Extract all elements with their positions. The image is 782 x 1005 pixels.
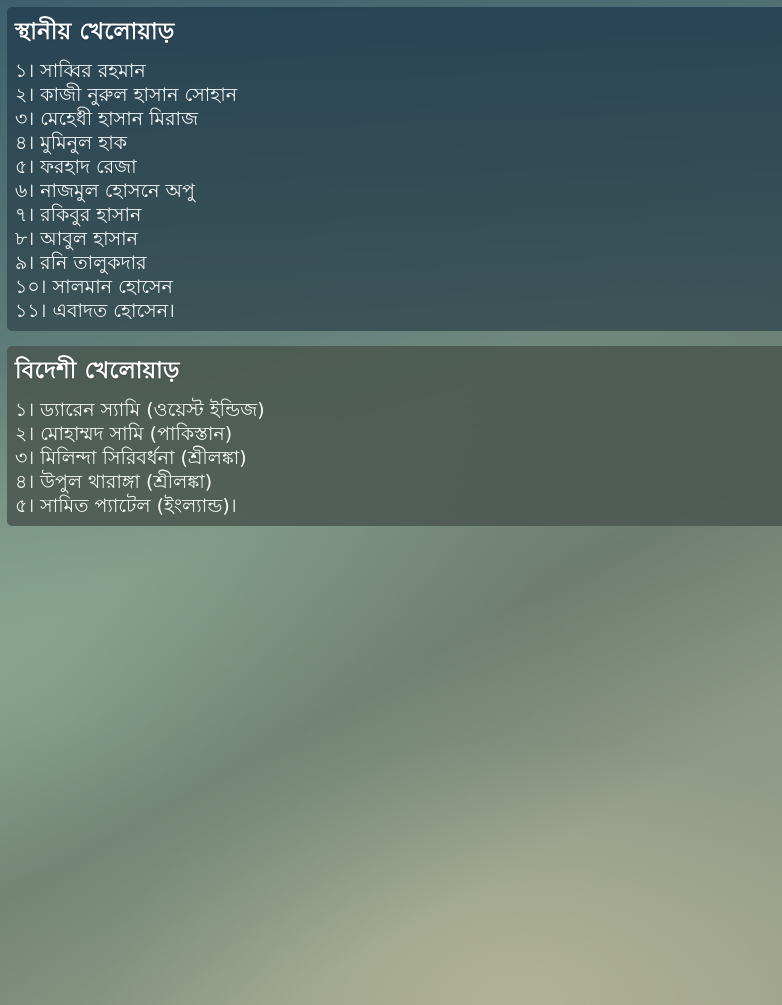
local-player-item: ১। সাব্বির রহমান — [15, 60, 146, 82]
local-player-item: ৬। নাজমুল হোসনে অপু — [15, 180, 195, 202]
foreign-player-item: ৪। উপুল থারাঙ্গা (শ্রীলঙ্কা) — [15, 471, 213, 493]
foreign-player-item: ৩। মিলিন্দা সিরিবর্ধনা (শ্রীলঙ্কা) — [15, 447, 247, 469]
local-player-item: ৭। রকিবুর হাসান — [15, 204, 142, 226]
foreign-players-panel: বিদেশী খেলোয়াড় ১। ড্যারেন স্যামি (ওয়ে… — [7, 346, 782, 526]
local-players-panel: স্থানীয় খেলোয়াড় ১। সাব্বির রহমান ২। ক… — [7, 7, 782, 331]
local-player-item: ৪। মুমিনুল হাক — [15, 132, 128, 154]
foreign-player-item: ২। মোহাম্মদ সামি (পাকিস্তান) — [15, 423, 233, 445]
local-player-item: ১০। সালমান হোসেন — [15, 276, 173, 298]
foreign-player-item: ১। ড্যারেন স্যামি (ওয়েস্ট ইন্ডিজ) — [15, 399, 265, 421]
local-players-list: ১। সাব্বির রহমান ২। কাজী নুরুল হাসান সোহ… — [15, 59, 782, 323]
foreign-players-list: ১। ড্যারেন স্যামি (ওয়েস্ট ইন্ডিজ) ২। মো… — [15, 398, 782, 518]
local-players-title: স্থানীয় খেলোয়াড় — [15, 19, 175, 45]
local-player-item: ৫। ফরহাদ রেজা — [15, 156, 137, 178]
local-player-item: ৮। আবুল হাসান — [15, 228, 138, 250]
foreign-players-title: বিদেশী খেলোয়াড় — [15, 358, 180, 384]
local-player-item: ২। কাজী নুরুল হাসান সোহান — [15, 84, 238, 106]
foreign-player-item: ৫। সামিত প্যাটেল (ইংল্যান্ড)। — [15, 495, 237, 517]
local-player-item: ৯। রনি তালুকদার — [15, 252, 147, 274]
local-player-item: ৩। মেহেধী হাসান মিরাজ — [15, 108, 199, 130]
local-player-item: ১১। এবাদত হোসেন। — [15, 300, 175, 322]
